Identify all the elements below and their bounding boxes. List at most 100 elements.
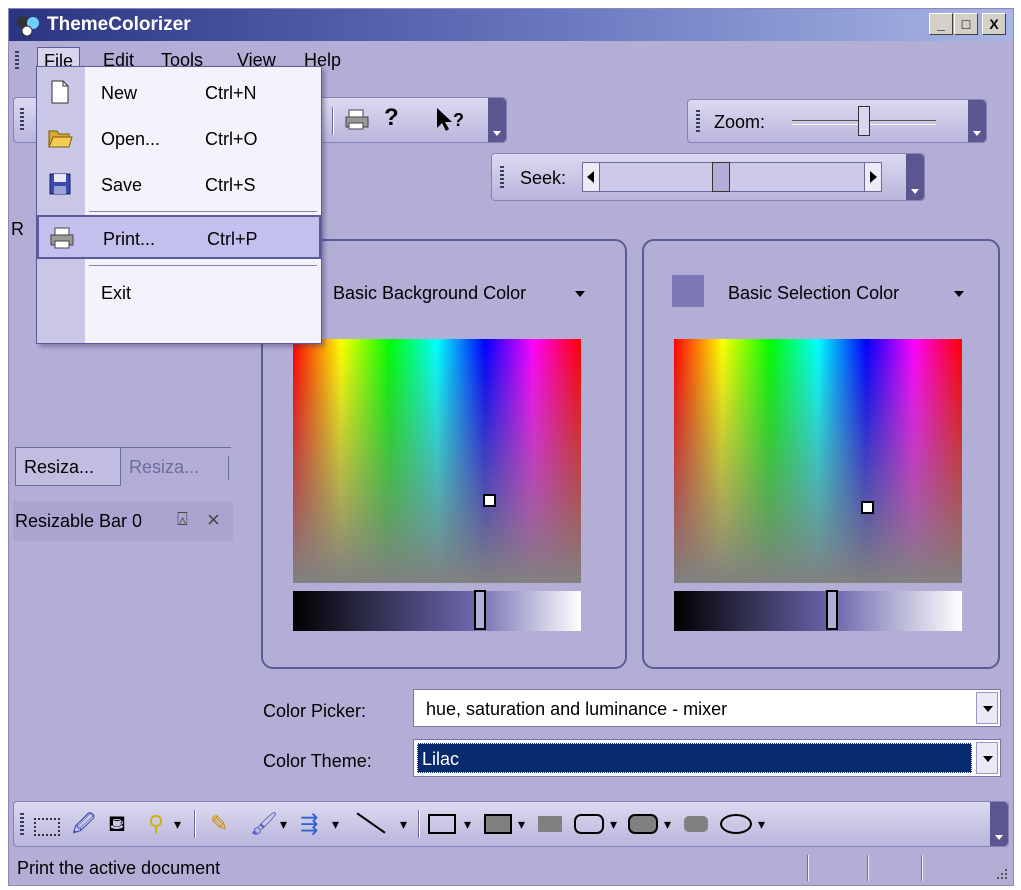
maximize-button[interactable]: □ (954, 13, 978, 35)
window-title: ThemeColorizer (47, 14, 191, 35)
minimize-button[interactable]: _ (929, 13, 953, 35)
context-help-icon[interactable]: ? (434, 106, 468, 134)
rectangle-solid-icon[interactable] (538, 816, 562, 832)
color-theme-dropdown-button[interactable] (976, 742, 998, 774)
rounded-rect-dropdown-icon[interactable]: ▾ (610, 810, 617, 838)
select-rect-icon[interactable] (34, 818, 60, 836)
background-color-title[interactable]: Basic Background Color (333, 283, 526, 304)
close-button[interactable]: X (982, 13, 1006, 35)
save-disk-icon (49, 173, 71, 195)
drawing-toolbar-grip[interactable] (20, 813, 24, 837)
selection-color-swatch (672, 275, 704, 307)
menu-item-print[interactable]: Print... Ctrl+P (37, 215, 321, 259)
svg-text:?: ? (453, 110, 464, 130)
dock-close-icon[interactable]: × (207, 507, 220, 533)
ellipse-dropdown-icon[interactable]: ▾ (758, 810, 765, 838)
menubar-grip[interactable] (15, 51, 19, 71)
selection-color-spectrum[interactable] (674, 339, 962, 583)
rounded-rect-solid-icon[interactable] (684, 816, 708, 832)
menu-item-save[interactable]: Save Ctrl+S (37, 163, 321, 207)
status-divider (807, 855, 809, 881)
menu-item-exit[interactable]: Exit (37, 271, 321, 315)
title-bar[interactable]: ThemeColorizer _ □ X (9, 9, 1013, 41)
seek-right-button[interactable] (864, 163, 881, 191)
help-icon[interactable]: ? (384, 104, 399, 132)
resizable-bar-title: Resizable Bar 0 (15, 511, 143, 531)
drawing-toolbar-overflow[interactable] (990, 802, 1008, 846)
rectangle-outline-icon[interactable] (428, 814, 456, 834)
seek-toolbar: Seek: (491, 153, 925, 201)
background-color-spectrum[interactable] (293, 339, 581, 583)
app-window: ThemeColorizer _ □ X File Edit Tools Vie… (8, 8, 1014, 886)
color-theme-label: Color Theme: (263, 751, 372, 771)
magnifier-dropdown-icon[interactable]: ▾ (174, 810, 181, 838)
file-menu-dropdown: New Ctrl+N Open... Ctrl+O Save Ctrl+S Pr… (36, 66, 322, 344)
brush-icon[interactable]: 🖌 (250, 810, 278, 838)
selection-color-panel: Basic Selection Color (642, 239, 1000, 669)
selection-luminance-bar[interactable] (674, 590, 962, 631)
line-dropdown-icon[interactable]: ▾ (400, 810, 407, 838)
seek-label: Seek: (520, 168, 567, 188)
print-icon[interactable] (344, 108, 370, 132)
dock-tab-strip: Resiza... Resiza... (15, 447, 231, 488)
filled-rectangle-dropdown-icon[interactable]: ▾ (518, 810, 525, 838)
status-divider (921, 855, 923, 881)
status-bar: Print the active document (9, 851, 1013, 885)
rectangle-dropdown-icon[interactable]: ▾ (464, 810, 471, 838)
resizable-bar-header: Resizable Bar 0 ⍓ × (13, 501, 233, 541)
airbrush-icon[interactable]: ⇶ (300, 810, 318, 838)
background-color-dropdown-arrow-icon[interactable] (575, 291, 585, 297)
rounded-rect-outline-icon[interactable] (574, 814, 604, 834)
zoom-toolbar: Zoom: (687, 99, 987, 143)
zoom-label: Zoom: (714, 112, 766, 132)
dock-tab-0[interactable]: Resiza... (15, 448, 121, 486)
fill-bucket-icon[interactable]: ⛾ (108, 810, 126, 838)
background-luminance-bar[interactable] (293, 590, 581, 631)
standard-toolbar-overflow[interactable] (488, 98, 506, 142)
color-theme-selection: Lilac (417, 743, 972, 773)
selection-color-dropdown-arrow-icon[interactable] (954, 291, 964, 297)
standard-toolbar-grip[interactable] (20, 108, 24, 132)
dock-tab-1[interactable]: Resiza... (123, 448, 231, 486)
airbrush-dropdown-icon[interactable]: ▾ (332, 810, 339, 838)
selection-color-title[interactable]: Basic Selection Color (728, 283, 899, 304)
zoom-slider-thumb[interactable] (858, 106, 870, 136)
menu-item-new[interactable]: New Ctrl+N (37, 71, 321, 115)
status-divider (867, 855, 869, 881)
menu-item-open[interactable]: Open... Ctrl+O (37, 117, 321, 161)
seek-left-button[interactable] (583, 163, 600, 191)
seek-thumb[interactable] (711, 162, 730, 192)
filled-rounded-rect-dropdown-icon[interactable]: ▾ (664, 810, 671, 838)
dock-partial-label: R (11, 219, 24, 239)
color-picker-dropdown-button[interactable] (976, 692, 998, 724)
magnifier-icon[interactable]: ⚲ (148, 810, 164, 838)
color-picker-select[interactable]: hue, saturation and luminance - mixer (413, 689, 1001, 727)
line-icon[interactable] (356, 812, 386, 834)
color-theme-value: Lilac (422, 749, 460, 769)
printer-icon (50, 227, 74, 249)
new-document-icon (51, 80, 69, 104)
seek-scrollbar[interactable] (582, 162, 882, 192)
color-picker-label: Color Picker: (263, 701, 367, 721)
rectangle-filled-icon[interactable] (484, 814, 512, 834)
zoom-toolbar-overflow[interactable] (968, 100, 986, 142)
ellipse-outline-icon[interactable] (720, 814, 752, 834)
status-text: Print the active document (17, 858, 221, 878)
selection-luminance-thumb[interactable] (826, 590, 839, 630)
seek-toolbar-grip[interactable] (500, 166, 504, 188)
drawing-toolbar: 🖉 ⛾ ⚲ ▾ ✎ 🖌 ▾ ⇶ ▾ ▾ ▾ ▾ ▾ ▾ ▾ (13, 801, 1009, 847)
eyedropper-icon[interactable]: 🖉 (72, 810, 95, 838)
seek-toolbar-overflow[interactable] (906, 154, 924, 200)
pin-icon[interactable]: ⍓ (177, 509, 188, 530)
resize-grip-icon[interactable] (993, 865, 1009, 881)
background-luminance-thumb[interactable] (474, 590, 487, 630)
app-logo-icon (17, 16, 39, 37)
rounded-rect-filled-icon[interactable] (628, 814, 658, 834)
zoom-toolbar-grip[interactable] (696, 110, 700, 132)
selection-color-marker[interactable] (860, 501, 874, 515)
color-theme-select[interactable]: Lilac (413, 739, 1001, 777)
pencil-icon[interactable]: ✎ (210, 810, 228, 838)
brush-dropdown-icon[interactable]: ▾ (280, 810, 287, 838)
color-picker-value: hue, saturation and luminance - mixer (426, 699, 728, 719)
background-color-marker[interactable] (482, 494, 496, 508)
